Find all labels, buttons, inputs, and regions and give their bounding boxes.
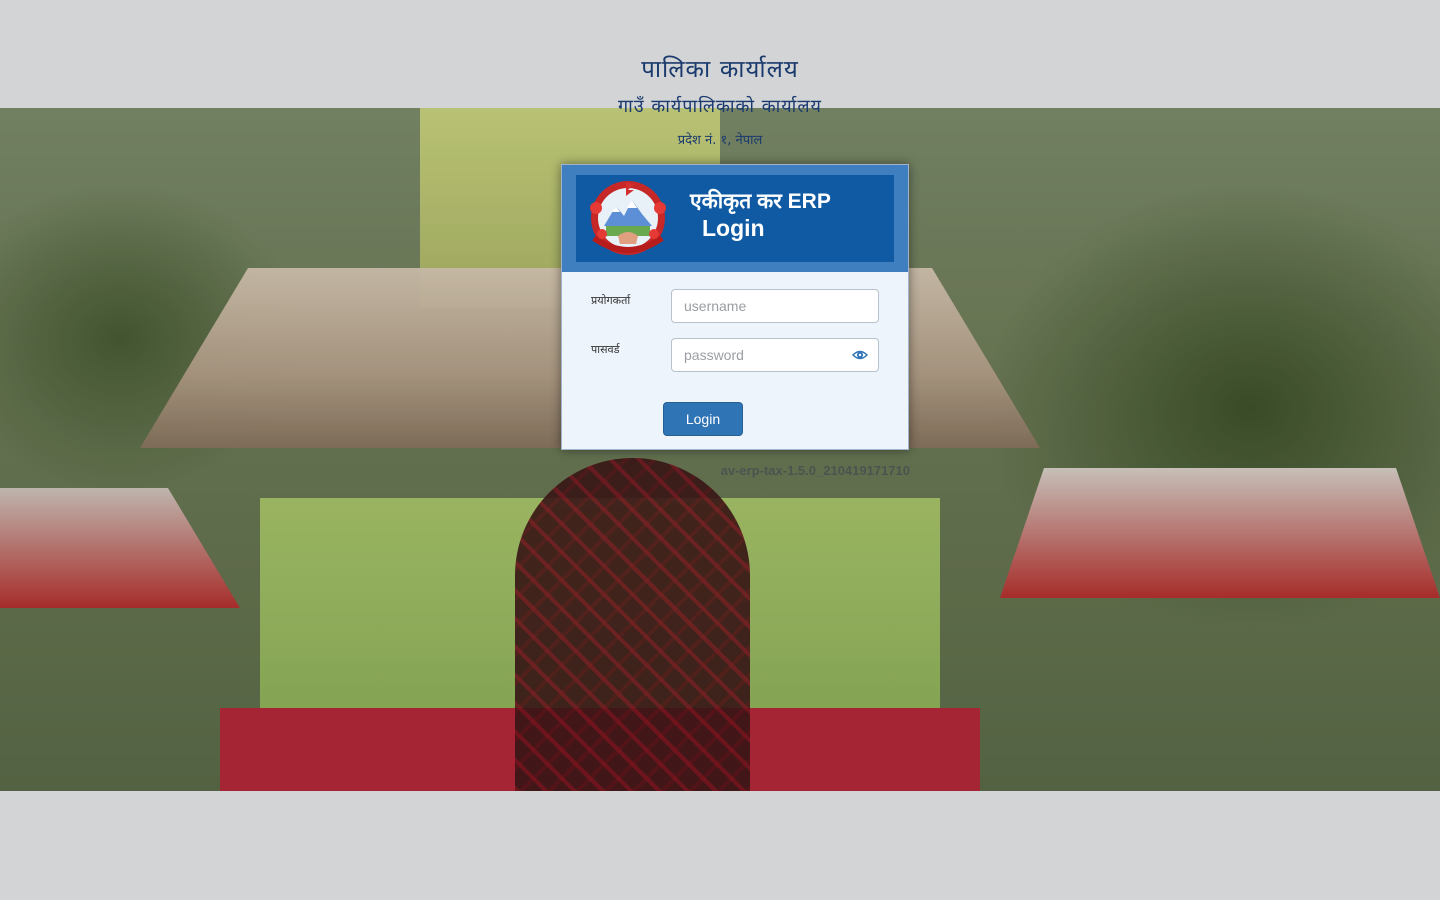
version-label: av-erp-tax-1.5.0_210419171710	[720, 463, 910, 478]
nepal-government-emblem-icon	[590, 181, 666, 255]
login-subtitle: Login	[702, 215, 765, 241]
login-page: पालिका कार्यालय गाउँ कार्यपालिकाको कार्य…	[0, 0, 1440, 900]
username-label: प्रयोगकर्ता	[591, 294, 631, 307]
login-card: एकीकृत कर ERP Login प्रयोगकर्ता पासवर्ड …	[561, 164, 909, 450]
show-password-eye-icon[interactable]	[852, 347, 868, 363]
office-name: गाउँ कार्यपालिकाको कार्यालय	[618, 96, 822, 117]
organization-name: पालिका कार्यालय	[641, 55, 799, 83]
login-card-header-inner: एकीकृत कर ERP Login	[576, 175, 894, 262]
password-input[interactable]	[671, 338, 879, 372]
login-card-header: एकीकृत कर ERP Login	[562, 165, 908, 272]
username-input[interactable]	[671, 289, 879, 323]
password-label: पासवर्ड	[591, 343, 620, 356]
office-address: प्रदेश नं. १, नेपाल	[677, 133, 763, 148]
login-button[interactable]: Login	[663, 402, 743, 436]
login-title: एकीकृत कर ERP	[690, 190, 831, 213]
